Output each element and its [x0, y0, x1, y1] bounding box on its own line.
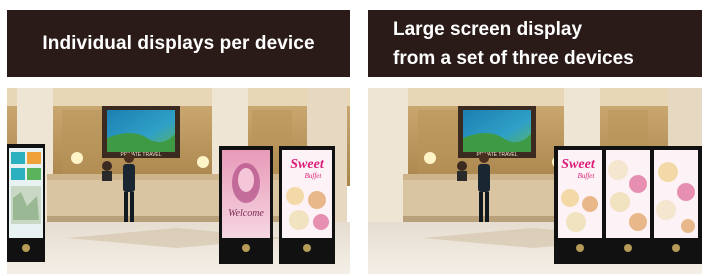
caption-text: Individual displays per device — [42, 32, 315, 54]
buffet-text: Buffet — [578, 172, 596, 180]
buffet-text: Buffet — [305, 172, 323, 180]
caption-line-2: from a set of three devices — [393, 48, 634, 69]
welcome-text: Welcome — [228, 208, 264, 219]
sweet-text: Sweet — [290, 157, 325, 172]
photo-large-screen-display: PRIVATE TRAVEL Sweet Buffet — [368, 88, 702, 274]
photo-individual-displays: PRIVATE TRAVEL Welcome Sweet Buffet — [7, 88, 350, 274]
caption-line-1: Large screen display — [393, 19, 583, 40]
caption-large-screen: Large screen display from a set of three… — [368, 10, 702, 77]
sweet-text: Sweet — [561, 157, 596, 172]
caption-individual-displays: Individual displays per device — [7, 10, 350, 77]
